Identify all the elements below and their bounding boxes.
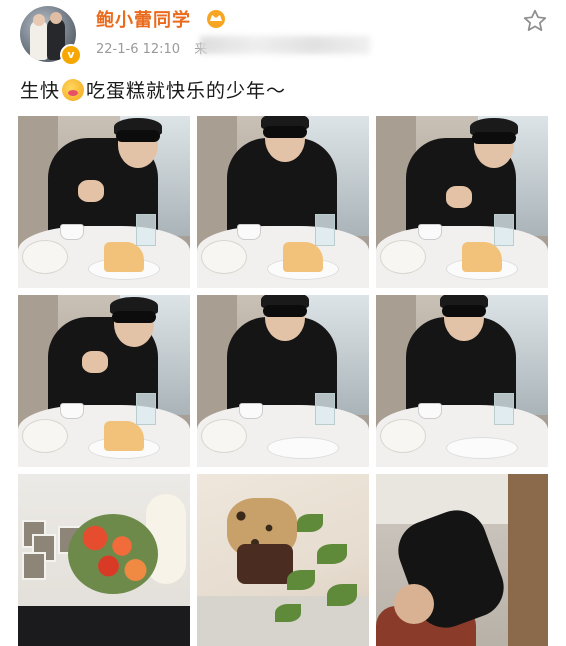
photo-6[interactable] (376, 295, 548, 467)
photo-9[interactable] (376, 474, 548, 646)
post-header: v 鲍小蕾同学 22-1-6 12:10 来 (0, 0, 566, 66)
photo-7[interactable] (18, 474, 190, 646)
username[interactable]: 鲍小蕾同学 (96, 6, 191, 32)
post-text-part2: 吃蛋糕就快乐的少年～ (86, 80, 287, 102)
blurred-source (200, 36, 370, 54)
timestamp: 22-1-6 12:10 (96, 42, 181, 57)
photo-grid (18, 116, 548, 646)
photo-5[interactable] (197, 295, 369, 467)
photo-3[interactable] (376, 116, 548, 288)
star-icon[interactable] (522, 8, 548, 34)
post-text-part1: 生快 (20, 80, 61, 102)
crown-icon (207, 10, 225, 28)
photo-1[interactable] (18, 116, 190, 288)
photo-2[interactable] (197, 116, 369, 288)
verified-badge-icon: v (60, 44, 82, 66)
post-meta: 22-1-6 12:10 来 (96, 38, 207, 57)
drooling-emoji-icon (62, 79, 85, 101)
post-text: 生快 吃蛋糕就快乐的少年～ (20, 76, 286, 103)
photo-8[interactable] (197, 474, 369, 646)
photo-4[interactable] (18, 295, 190, 467)
